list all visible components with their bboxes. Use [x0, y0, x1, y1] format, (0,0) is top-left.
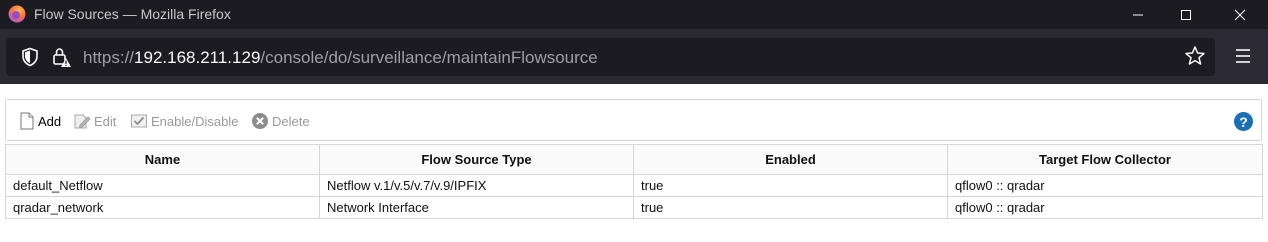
maximize-icon	[1181, 9, 1191, 20]
firefox-logo-icon	[8, 5, 26, 23]
window-titlebar: Flow Sources — Mozilla Firefox	[0, 0, 1268, 29]
tracking-protection-shield-icon[interactable]	[20, 47, 40, 67]
add-label: Add	[38, 113, 62, 129]
close-window-button[interactable]	[1216, 0, 1264, 29]
column-header-flow-source-type[interactable]: Flow Source Type	[319, 144, 634, 175]
new-document-icon	[20, 112, 34, 130]
actions-toolbar: Add Edit Enable/Disable Delete ?	[5, 99, 1262, 141]
cell-flow-source-type: Network Interface	[319, 196, 634, 219]
cell-enabled: true	[633, 196, 948, 219]
url-scheme: https://	[83, 48, 135, 67]
column-header-target-flow-collector[interactable]: Target Flow Collector	[947, 144, 1263, 175]
minimize-icon	[1133, 14, 1143, 15]
edit-label: Edit	[94, 113, 117, 129]
table-row[interactable]: default_Netflow Netflow v.1/v.5/v.7/v.9/…	[5, 174, 1263, 197]
cell-name: qradar_network	[5, 196, 320, 219]
table-header-row: Name Flow Source Type Enabled Target Flo…	[5, 144, 1263, 175]
maximize-button[interactable]	[1162, 0, 1210, 29]
column-header-name[interactable]: Name	[5, 144, 320, 175]
hamburger-menu-icon[interactable]	[1233, 47, 1253, 65]
cell-name: default_Netflow	[5, 174, 320, 197]
close-icon	[1234, 9, 1246, 20]
table-row[interactable]: qradar_network Network Interface true qf…	[5, 196, 1263, 219]
cell-target-flow-collector: qflow0 :: qradar	[947, 174, 1263, 197]
url-text[interactable]: https://192.168.211.129/console/do/surve…	[83, 48, 598, 68]
insecure-lock-icon[interactable]	[50, 46, 72, 68]
edit-button[interactable]: Edit	[73, 111, 116, 131]
add-button[interactable]: Add	[19, 111, 61, 131]
navigation-bar: https://192.168.211.129/console/do/surve…	[0, 29, 1268, 84]
enable-disable-icon	[131, 114, 147, 128]
flow-sources-table: Name Flow Source Type Enabled Target Flo…	[5, 144, 1263, 219]
delete-button[interactable]: Delete	[251, 111, 310, 131]
delete-icon	[252, 113, 268, 129]
minimize-button[interactable]	[1114, 0, 1162, 29]
enable-disable-button[interactable]: Enable/Disable	[130, 111, 238, 131]
cell-flow-source-type: Netflow v.1/v.5/v.7/v.9/IPFIX	[319, 174, 634, 197]
address-bar[interactable]: https://192.168.211.129/console/do/surve…	[6, 38, 1215, 76]
bookmark-star-icon[interactable]	[1184, 45, 1206, 67]
delete-label: Delete	[272, 113, 310, 129]
window-title: Flow Sources — Mozilla Firefox	[34, 6, 231, 22]
url-host: 192.168.211.129	[134, 48, 261, 67]
edit-pencil-icon	[74, 114, 91, 129]
column-header-enabled[interactable]: Enabled	[633, 144, 948, 175]
enable-disable-label: Enable/Disable	[151, 113, 239, 129]
help-icon[interactable]: ?	[1234, 112, 1253, 131]
cell-target-flow-collector: qflow0 :: qradar	[947, 196, 1263, 219]
url-path: /console/do/surveillance/maintainFlowsou…	[260, 48, 598, 67]
cell-enabled: true	[633, 174, 948, 197]
